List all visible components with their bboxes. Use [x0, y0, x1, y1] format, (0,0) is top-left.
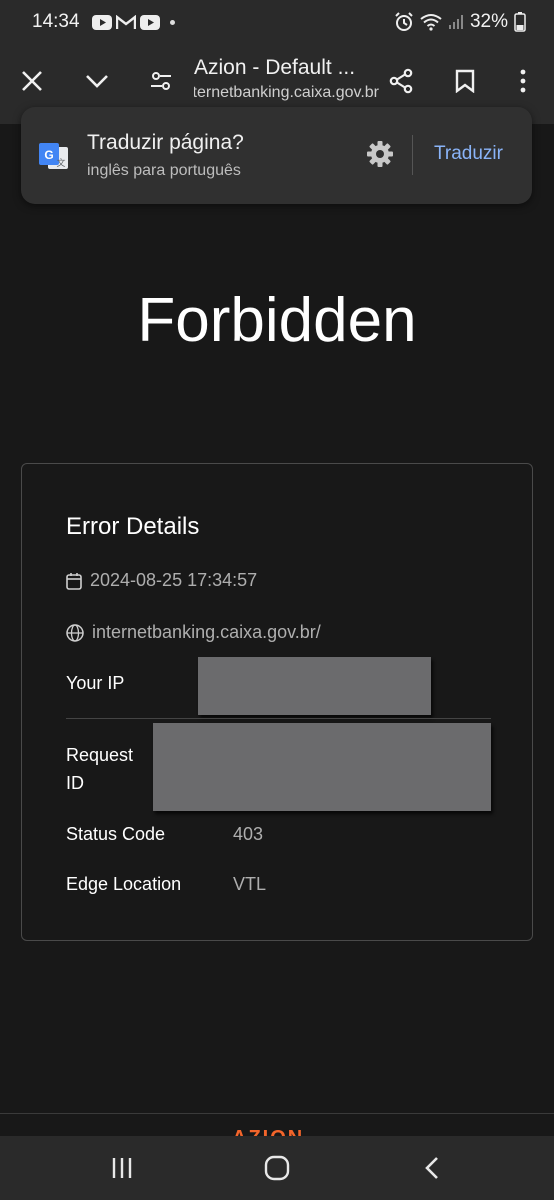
- card-title: Error Details: [66, 513, 200, 540]
- edge-location-label: Edge Location: [66, 874, 182, 894]
- translate-text: Traduzir página? inglês para português: [87, 131, 244, 180]
- divider: [66, 718, 491, 719]
- share-icon: [388, 68, 414, 99]
- status-code-value: 403: [233, 824, 264, 844]
- system-nav-bar: [0, 1136, 554, 1200]
- page-heading: Forbidden: [137, 286, 417, 355]
- signal-icon: [448, 14, 464, 30]
- gmail-icon: [115, 14, 136, 30]
- redaction-box: [153, 723, 491, 811]
- globe-icon: [66, 623, 84, 642]
- back-icon: [424, 1156, 440, 1185]
- translate-subtitle: inglês para português: [87, 162, 241, 179]
- close-icon: [21, 70, 43, 97]
- share-button[interactable]: [384, 66, 418, 100]
- translate-button[interactable]: Traduzir: [434, 143, 503, 165]
- page-url: internetbanking.caixa.gov.br: [194, 84, 379, 101]
- status-time: 14:34: [32, 11, 80, 32]
- tune-icon: [149, 70, 173, 97]
- host-row: internetbanking.caixa.gov.br/: [66, 622, 321, 643]
- translate-title: Traduzir página?: [87, 131, 244, 154]
- battery-text: 32%: [469, 11, 508, 32]
- host: internetbanking.caixa.gov.br/: [92, 622, 321, 642]
- battery-icon: [514, 12, 526, 32]
- azion-logo: AZION: [232, 1128, 304, 1136]
- google-translate-icon: G文: [38, 141, 70, 173]
- more-notifications-icon: [169, 19, 175, 25]
- translate-popup: G文 Traduzir página? inglês para portuguê…: [21, 107, 532, 204]
- notification-icons: [91, 14, 175, 30]
- bookmark-icon: [455, 69, 475, 98]
- gear-icon: [365, 141, 395, 173]
- redaction-box: [198, 657, 431, 715]
- status-code-label: Status Code: [66, 824, 166, 844]
- recent-apps-button[interactable]: [106, 1154, 138, 1186]
- back-button[interactable]: [416, 1154, 448, 1186]
- translate-settings-button[interactable]: [365, 139, 395, 169]
- status-right: 32%: [394, 11, 526, 33]
- minimize-button[interactable]: [80, 66, 114, 100]
- url-box[interactable]: Azion - Default ... internetbanking.caix…: [194, 56, 379, 102]
- home-icon: [264, 1155, 290, 1186]
- alarm-icon: [394, 12, 414, 32]
- request-id-label: Request ID: [66, 745, 134, 793]
- svg-text:G: G: [44, 148, 53, 162]
- calendar-icon: [66, 572, 82, 590]
- recent-apps-icon: [110, 1156, 134, 1185]
- site-settings-button[interactable]: [144, 66, 178, 100]
- edge-location-value: VTL: [233, 874, 267, 894]
- page-title: Azion - Default ...: [194, 56, 356, 79]
- divider: [412, 135, 413, 175]
- svg-text:文: 文: [56, 157, 65, 169]
- timestamp: 2024-08-25 17:34:57: [90, 570, 258, 590]
- your-ip-label: Your IP: [66, 673, 125, 693]
- timestamp-row: 2024-08-25 17:34:57: [66, 570, 257, 591]
- youtube-icon: [139, 14, 160, 30]
- close-tab-button[interactable]: [15, 66, 49, 100]
- more-options-button[interactable]: [506, 66, 540, 100]
- error-details-card: Error Details 2024-08-25 17:34:57 intern…: [21, 463, 533, 941]
- home-button[interactable]: [261, 1154, 293, 1186]
- wifi-icon: [420, 13, 442, 31]
- bookmark-button[interactable]: [448, 66, 482, 100]
- more-vert-icon: [519, 69, 527, 98]
- youtube-icon: [91, 14, 112, 30]
- status-left: 14:34: [32, 11, 175, 33]
- status-bar: 14:34 32%: [0, 0, 554, 44]
- footer-divider: [0, 1113, 554, 1114]
- chevron-down-icon: [85, 74, 109, 93]
